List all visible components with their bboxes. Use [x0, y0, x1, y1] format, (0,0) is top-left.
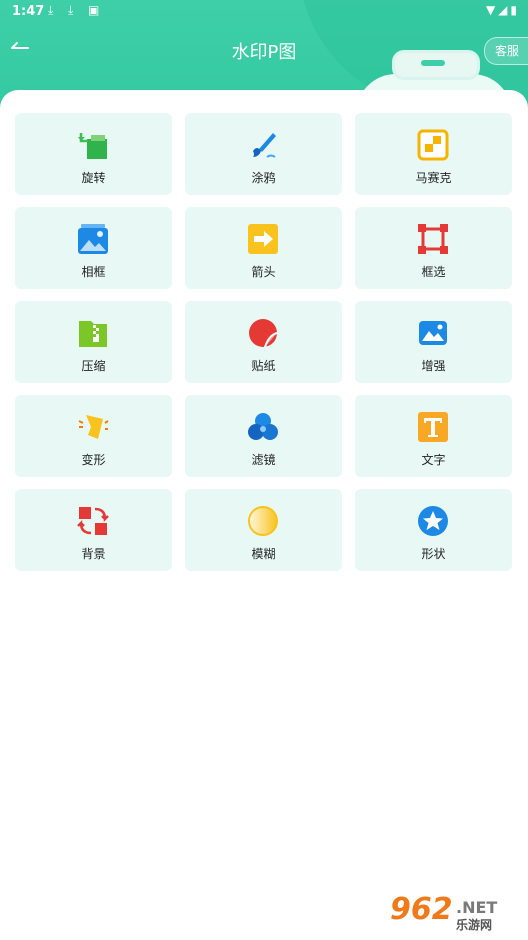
tool-label: 形状: [421, 547, 446, 561]
tool-crop-select[interactable]: 框选: [355, 207, 512, 289]
tool-label: 增强: [421, 359, 446, 373]
tool-label: 相框: [81, 265, 106, 279]
text-icon: [418, 412, 448, 442]
watermark-site: 乐游网: [456, 918, 493, 932]
tool-mosaic[interactable]: 马赛克: [355, 113, 512, 195]
notification-icon: ▣: [88, 3, 100, 17]
customer-service-button[interactable]: 客服: [483, 37, 528, 65]
tool-label: 框选: [421, 265, 446, 279]
tool-label: 背景: [81, 547, 106, 561]
tool-enhance[interactable]: 增强: [355, 301, 512, 383]
tool-shape[interactable]: 形状: [355, 489, 512, 571]
download-icon: ⤓: [48, 3, 54, 17]
enhance-icon: [419, 321, 447, 345]
rotate-icon: [78, 133, 107, 159]
tool-label: 贴纸: [251, 359, 276, 373]
tool-label: 模糊: [251, 547, 276, 561]
brush-icon: [253, 133, 276, 158]
tool-transform[interactable]: 变形: [15, 395, 172, 477]
tool-brush[interactable]: 涂鸦: [185, 113, 342, 195]
status-bar: 1:47 ⤓ ⤓ ▣ ▼◢▮: [0, 0, 528, 24]
tool-compress[interactable]: 压缩: [15, 301, 172, 383]
tool-label: 滤镜: [251, 453, 276, 467]
filter-icon: [248, 413, 278, 440]
tools-panel: 旋转 涂鸦 马赛克 相框 箭头 框选 压缩 贴纸 增强 变形 滤镜 文字 背景 …: [0, 90, 528, 940]
mosaic-icon: [417, 129, 449, 161]
tool-arrow[interactable]: 箭头: [185, 207, 342, 289]
transform-icon: [78, 415, 109, 439]
site-watermark: 962 .NET 乐游网: [390, 892, 524, 936]
background-icon: [77, 507, 109, 535]
tool-label: 旋转: [81, 171, 106, 185]
crop-select-icon: [418, 224, 448, 254]
tool-label: 马赛克: [415, 171, 452, 185]
status-icons: ▼◢▮: [485, 3, 520, 17]
tool-background[interactable]: 背景: [15, 489, 172, 571]
tool-filter[interactable]: 滤镜: [185, 395, 342, 477]
tool-label: 文字: [421, 453, 446, 467]
compress-icon: [79, 321, 107, 347]
tool-label: 压缩: [81, 359, 106, 373]
tool-photo-frame[interactable]: 相框: [15, 207, 172, 289]
tool-blur[interactable]: 模糊: [185, 489, 342, 571]
tool-text[interactable]: 文字: [355, 395, 512, 477]
blur-icon: [248, 506, 278, 536]
photo-frame-icon: [78, 224, 108, 254]
tool-rotate[interactable]: 旋转: [15, 113, 172, 195]
page-title: 水印P图: [231, 42, 297, 63]
sticker-icon: [249, 319, 278, 348]
shape-icon: [418, 506, 448, 536]
tool-sticker[interactable]: 贴纸: [185, 301, 342, 383]
tool-label: 涂鸦: [251, 171, 276, 185]
status-time: 1:47: [12, 4, 45, 19]
download-icon: ⤓: [68, 3, 74, 17]
watermark-number: 962: [390, 892, 453, 927]
tool-label: 变形: [81, 453, 106, 467]
arrow-icon: [248, 224, 278, 254]
tool-label: 箭头: [251, 265, 276, 279]
watermark-suffix: .NET: [456, 898, 498, 917]
tools-grid: 旋转 涂鸦 马赛克 相框 箭头 框选 压缩 贴纸 增强 变形 滤镜 文字 背景 …: [15, 113, 513, 571]
